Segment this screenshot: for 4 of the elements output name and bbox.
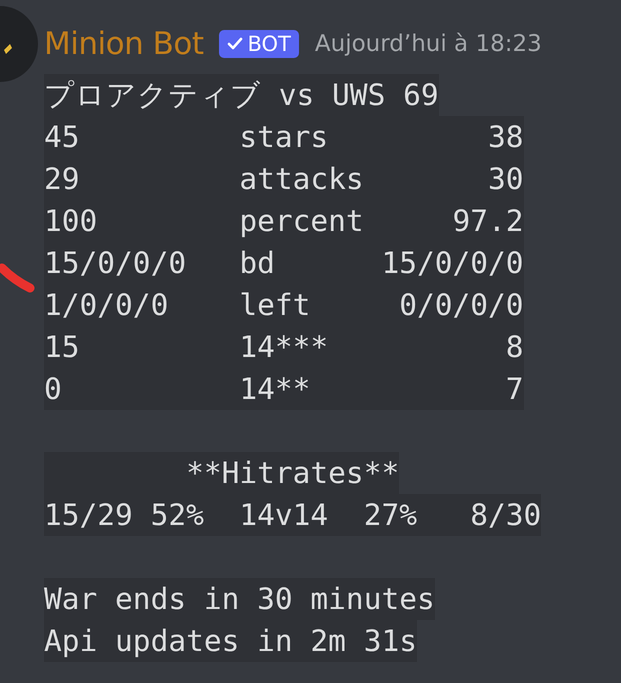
- badge-label: BOT: [247, 32, 291, 56]
- author-name[interactable]: Minion Bot: [44, 26, 204, 62]
- check-icon: [227, 37, 244, 51]
- timestamp: Aujourd’hui à 18:23: [314, 31, 542, 57]
